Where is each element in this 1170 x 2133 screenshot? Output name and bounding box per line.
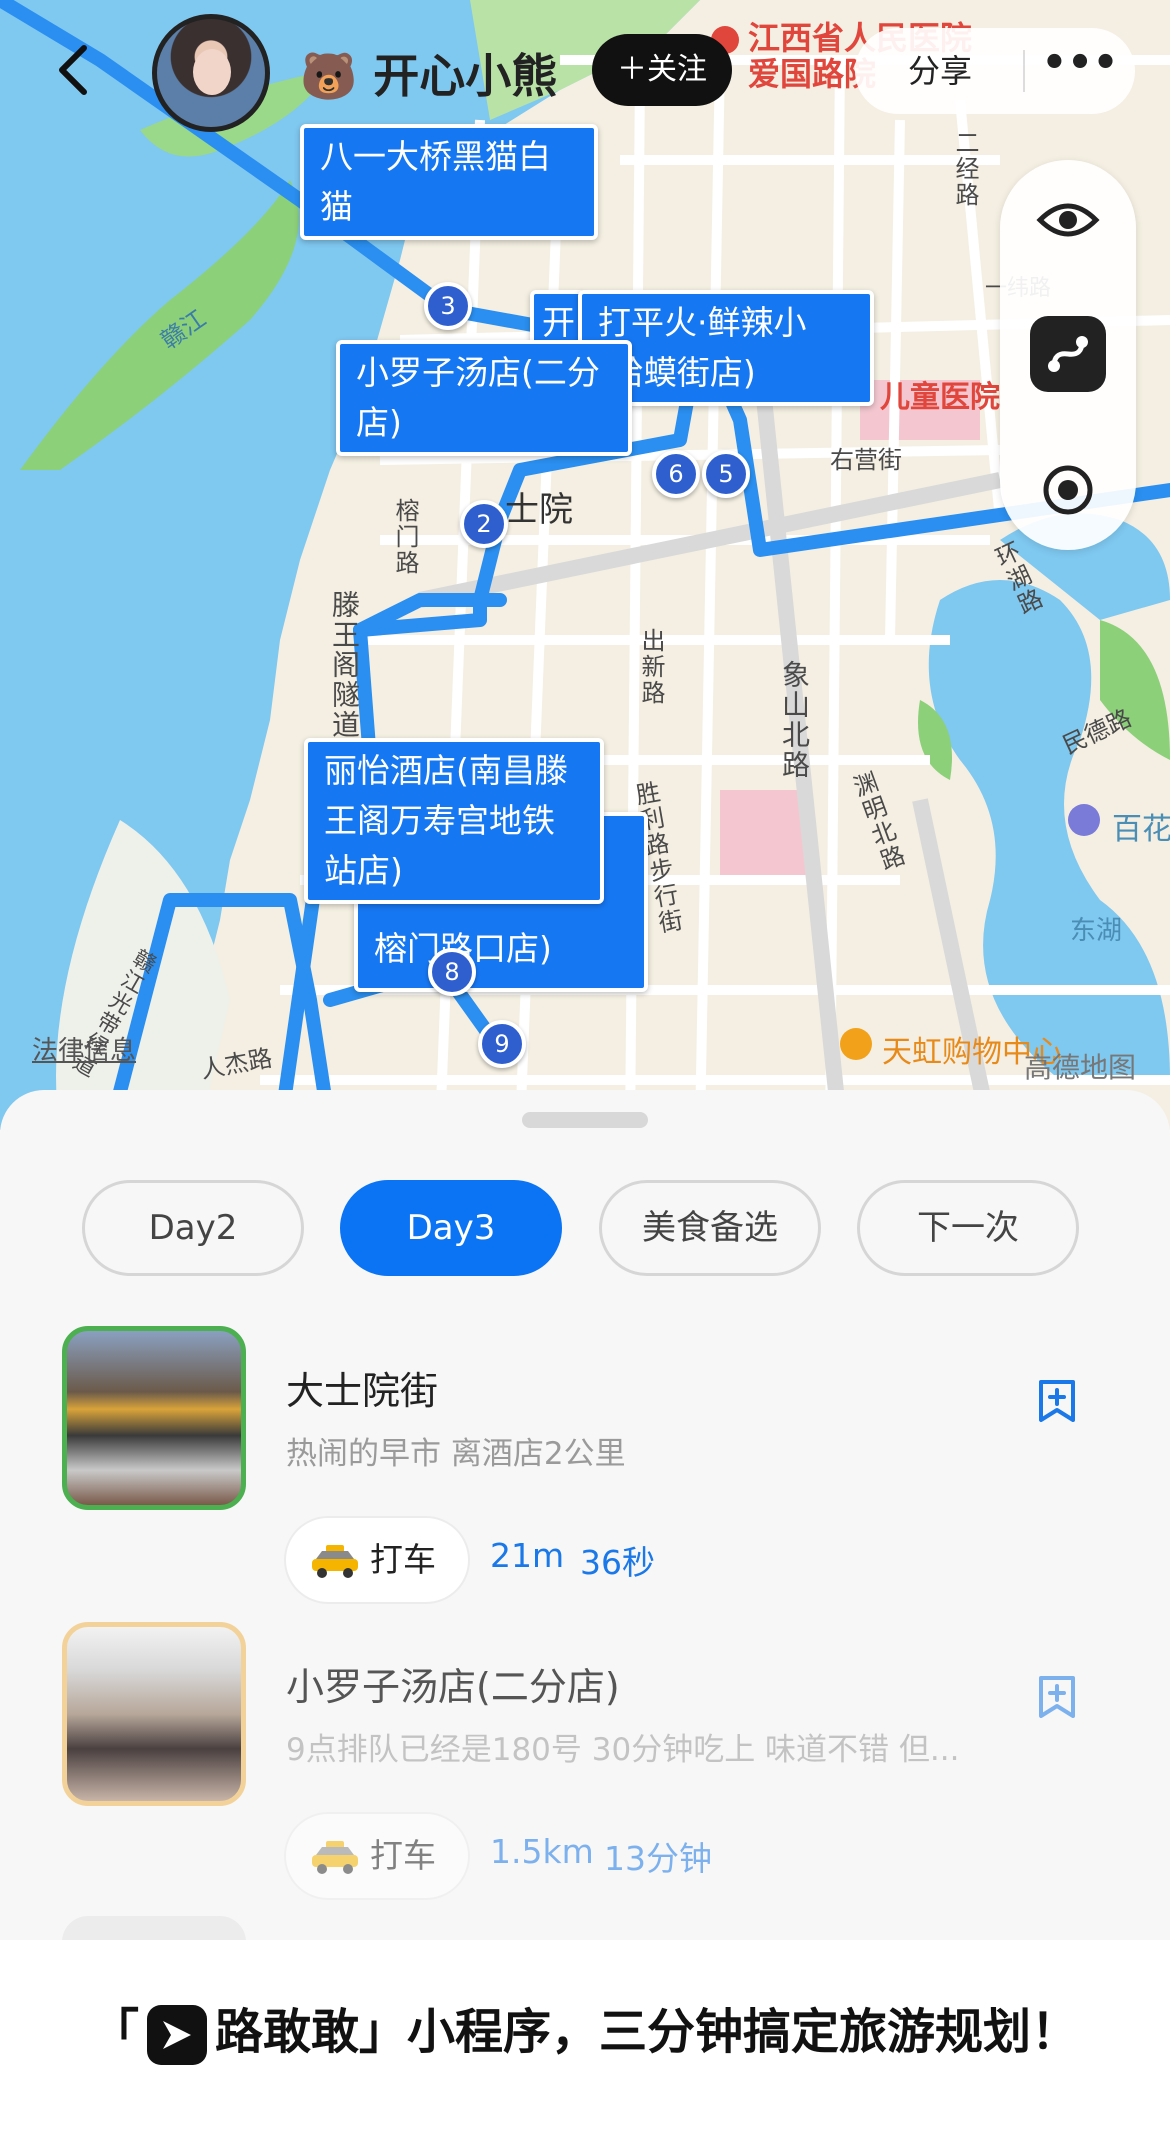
map-label-children-hospital: 儿童医院 bbox=[880, 380, 1000, 415]
route-pin[interactable]: 2 bbox=[460, 500, 508, 548]
item-subtitle: 热闹的早市 离酒店2公里 bbox=[286, 1436, 626, 1472]
app-logo-icon bbox=[146, 2005, 207, 2065]
page-root: 赣江 江西省人民医院爱国路院 儿童医院 右营街 榕门路 滕王阁隧道 出新路 象山… bbox=[0, 0, 1170, 2133]
amap-logo: 高德地图 bbox=[1024, 1051, 1137, 1084]
tab-food-options[interactable]: 美食备选 bbox=[599, 1180, 821, 1276]
taxi-button[interactable]: 打车 bbox=[284, 1516, 470, 1604]
follow-button[interactable]: ＋关注 bbox=[592, 34, 732, 106]
promo-prefix: 「 bbox=[90, 2004, 139, 2060]
more-button[interactable]: ••• bbox=[1030, 28, 1130, 114]
map-callout[interactable]: 小罗子汤店(二分店) bbox=[336, 340, 632, 456]
bookmark-add-icon[interactable] bbox=[1036, 1674, 1078, 1720]
bookmark-add-icon[interactable] bbox=[1036, 1378, 1078, 1424]
eye-icon bbox=[1036, 203, 1100, 237]
tab-next-time[interactable]: 下一次 bbox=[857, 1180, 1079, 1276]
tab-day3[interactable]: Day3 bbox=[340, 1180, 562, 1276]
route-pin[interactable]: 3 bbox=[424, 282, 472, 330]
item-distance: 21m bbox=[490, 1536, 565, 1575]
share-pill: 分享 ••• bbox=[855, 28, 1135, 114]
map-label-youyingjie: 右营街 bbox=[830, 446, 902, 474]
map-callout[interactable]: 丽怡酒店(南昌滕王阁万寿宫地铁站店) bbox=[304, 738, 604, 904]
promo-brand: 路敢敢 bbox=[214, 2004, 359, 2060]
route-pin[interactable]: 9 bbox=[478, 1020, 526, 1068]
locate-button[interactable] bbox=[1030, 452, 1106, 528]
tab-day2[interactable]: Day2 bbox=[82, 1180, 304, 1276]
item-title: 大士院街 bbox=[286, 1369, 439, 1413]
item-distance: 1.5km bbox=[490, 1832, 594, 1871]
taxi-label: 打车 bbox=[370, 1836, 436, 1875]
route-pin[interactable]: 5 bbox=[702, 450, 750, 498]
map-label-tengwangge: 滕王阁隧道 bbox=[328, 590, 361, 740]
visibility-toggle[interactable] bbox=[1030, 182, 1106, 258]
share-divider bbox=[1023, 50, 1025, 92]
chevron-left-icon bbox=[59, 45, 87, 95]
route-toggle[interactable] bbox=[1030, 316, 1106, 392]
taxi-button[interactable]: 打车 bbox=[284, 1812, 470, 1900]
map-callout[interactable]: 八一大桥黑猫白猫 bbox=[300, 124, 598, 240]
promo-text: 「 路敢敢」小程序，三分钟搞定旅游规划！ bbox=[0, 1992, 1170, 2065]
promo-suffix: 」小程序，三分钟搞定旅游规划！ bbox=[359, 2004, 1080, 2060]
map-label-rongmen: 榕门路 bbox=[391, 498, 419, 576]
avatar[interactable] bbox=[152, 14, 270, 132]
user-name[interactable]: 🐻 开心小熊 bbox=[300, 40, 557, 106]
back-button[interactable] bbox=[50, 40, 100, 100]
route-pin[interactable]: 8 bbox=[428, 948, 476, 996]
map-label-donghu: 东湖 bbox=[1070, 916, 1123, 946]
taxi-icon bbox=[312, 1544, 358, 1578]
item-thumbnail[interactable] bbox=[62, 1326, 246, 1510]
route-pin[interactable]: 6 bbox=[652, 450, 700, 498]
taxi-label: 打车 bbox=[370, 1540, 436, 1579]
share-button[interactable]: 分享 bbox=[855, 28, 1025, 114]
map-label-baihua: 百花 bbox=[1112, 812, 1170, 847]
item-duration: 13分钟 bbox=[604, 1839, 712, 1878]
map-label-chuxin: 出新路 bbox=[637, 628, 665, 706]
item-subtitle: 9点排队已经是180号 30分钟吃上 味道不错 但... bbox=[286, 1732, 960, 1768]
route-icon bbox=[1048, 336, 1088, 372]
map-side-tools bbox=[1000, 160, 1136, 550]
item-title: 小罗子汤店(二分店) bbox=[286, 1665, 620, 1709]
item-duration: 36秒 bbox=[580, 1543, 655, 1582]
map-label-shiyuan: 士院 bbox=[505, 490, 573, 530]
list-item[interactable]: 小罗子汤店(二分店) 9点排队已经是180号 30分钟吃上 味道不错 但... … bbox=[0, 1622, 1170, 1912]
list-item[interactable]: 大士院街 热闹的早市 离酒店2公里 打车 21m 36秒 bbox=[0, 1326, 1170, 1616]
map-label-xiangshan: 象山北路 bbox=[778, 660, 811, 780]
map-label-erjing: 二经路 bbox=[951, 130, 979, 208]
promo-footer: 「 路敢敢」小程序，三分钟搞定旅游规划！ bbox=[0, 1940, 1170, 2133]
sheet-grabber[interactable] bbox=[522, 1112, 648, 1128]
map-legal-link[interactable]: 法律信息 bbox=[32, 1030, 136, 1067]
locate-icon bbox=[1043, 465, 1093, 515]
item-thumbnail[interactable] bbox=[62, 1622, 246, 1806]
taxi-icon bbox=[312, 1840, 358, 1874]
route-map[interactable]: 赣江 江西省人民医院爱国路院 儿童医院 右营街 榕门路 滕王阁隧道 出新路 象山… bbox=[0, 0, 1170, 1130]
